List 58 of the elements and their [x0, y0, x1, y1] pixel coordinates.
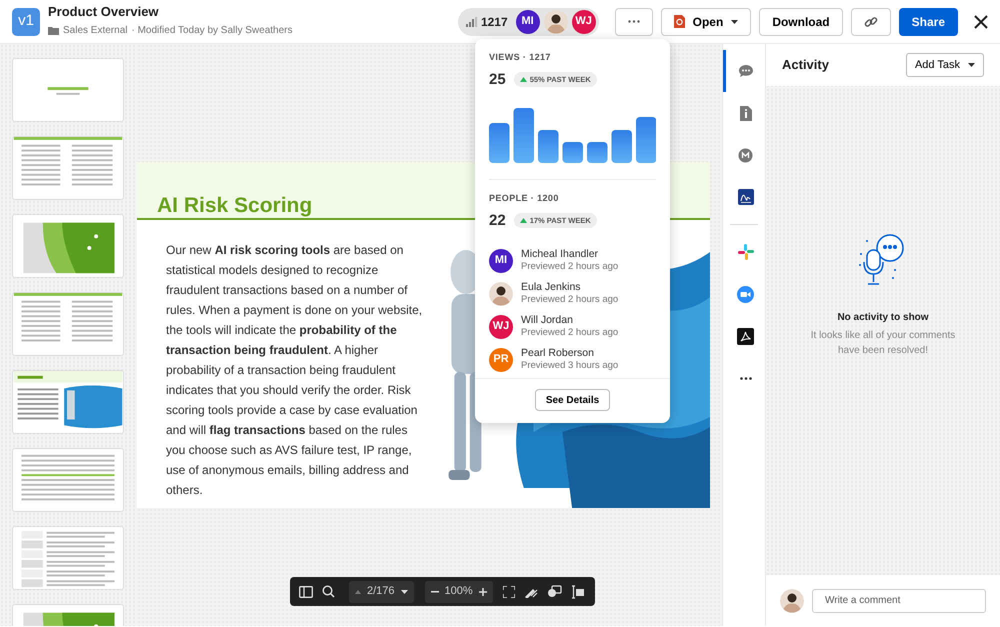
slide-thumbnail[interactable]: [12, 136, 124, 200]
up-arrow-icon: [520, 218, 527, 224]
caret-icon[interactable]: [400, 590, 408, 594]
people-label: PEOPLE · 1200: [489, 192, 560, 205]
avatar: MI: [489, 248, 513, 272]
document-title: Product Overview: [48, 4, 160, 20]
slide-thumbnail[interactable]: [12, 448, 124, 512]
slide-paragraph: Our new AI risk scoring tools are based on statistical models designed to recognize fraudulent transactions based on a number of rules. When a payment is done on your website, the tools will indicate the probability of the transaction being fraudulent. A higher probability of a transaction being fraudulent indicates that you should verify the order. Risk scoring tools provide a case by case evaluation and will flag transactions based on the rules you choose such as AVS failure test, IP range, use of anonymous emails, billing address and others.: [166, 242, 424, 499]
see-details-button[interactable]: See Details: [534, 389, 610, 411]
avatar: [489, 282, 513, 306]
up-arrow-icon: [520, 77, 527, 82]
folder-icon: [48, 26, 59, 36]
slide-thumbnail[interactable]: [12, 58, 124, 122]
comment-field[interactable]: Write a comment: [812, 588, 986, 612]
avatar: WJ: [489, 314, 513, 338]
zoom-level: 100%: [444, 584, 473, 600]
views-label: VIEWS · 1217: [489, 51, 552, 64]
slide-title: AI Risk Scoring: [157, 195, 312, 218]
powerpoint-icon: [674, 15, 685, 28]
previous-page-icon[interactable]: [355, 590, 361, 594]
viewer-time: Previewed 2 hours ago: [521, 327, 618, 339]
more-icon: [628, 20, 640, 23]
empty-state-title: No activity to show: [837, 311, 929, 325]
zoom-in-icon[interactable]: [478, 588, 487, 596]
slide-thumbnail[interactable]: [12, 370, 124, 434]
viewers-pill[interactable]: 1217 MI WJ: [458, 8, 599, 36]
signal-icon: [466, 16, 477, 26]
avatar: [780, 588, 804, 612]
open-button[interactable]: Open: [660, 8, 752, 36]
caret-icon: [731, 20, 738, 24]
caret-icon: [968, 63, 975, 67]
download-button[interactable]: Download: [759, 8, 843, 36]
people-count: 22: [489, 210, 506, 230]
share-button[interactable]: Share: [898, 8, 958, 36]
link-icon: [864, 14, 878, 28]
folder-link[interactable]: Sales External: [63, 23, 128, 38]
view-count: 1217: [480, 14, 508, 30]
slide-thumbnail[interactable]: [12, 214, 124, 278]
viewer-time: Previewed 2 hours ago: [521, 261, 618, 273]
slide-thumbnail[interactable]: [12, 292, 124, 356]
avatar: MI: [516, 10, 540, 34]
viewer-name: Will Jordan: [521, 314, 574, 328]
empty-state-message: It looks like all of your comments have been resolved!: [810, 329, 956, 358]
modified-text: · Modified Today by Sally Sweathers: [131, 24, 292, 38]
add-task-button[interactable]: Add Task: [906, 53, 984, 77]
viewer-time: Previewed 2 hours ago: [521, 294, 618, 306]
viewer-name: Eula Jenkins: [521, 281, 582, 294]
slide-thumbnail[interactable]: [12, 526, 124, 590]
avatar: WJ: [572, 10, 596, 34]
panel-title: Activity: [782, 56, 829, 74]
viewer-time: Previewed 3 hours ago: [521, 360, 618, 372]
avatar: [544, 10, 568, 34]
close-icon[interactable]: [974, 14, 988, 28]
views-count: 25: [489, 70, 506, 90]
avatar: PR: [489, 348, 513, 372]
viewer-name: Micheal Ihandler: [521, 248, 600, 262]
viewer-name: Pearl Roberson: [521, 347, 595, 360]
copy-link-button[interactable]: [850, 8, 891, 36]
